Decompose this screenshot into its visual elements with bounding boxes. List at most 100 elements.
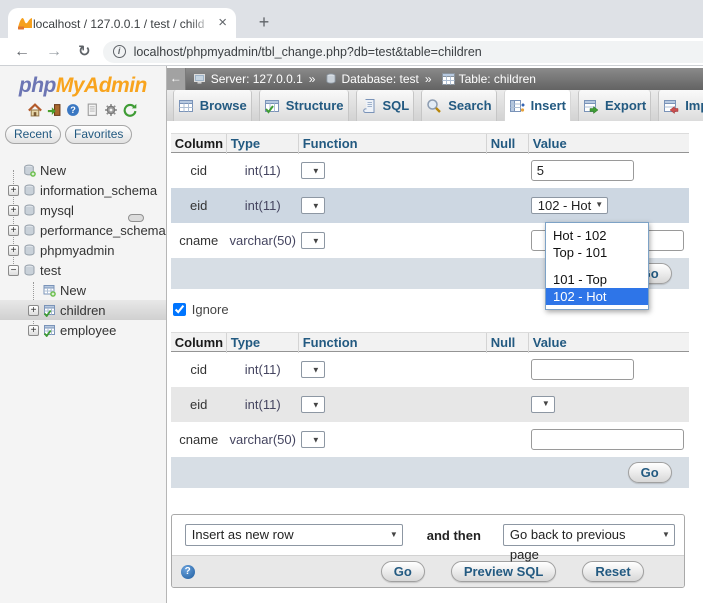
collapse-icon[interactable]: − [8,265,19,276]
database-icon [23,244,36,257]
database-icon [23,224,36,237]
breadcrumb-separator: » [309,72,316,86]
field-row-cid: cid int(11) [171,153,689,188]
forward-icon[interactable]: → [46,44,62,60]
breadcrumb-separator: » [425,72,432,86]
field-row-cname: cname varchar(50) [171,422,689,457]
database-icon [23,184,36,197]
browser-toolbar: ← → ↻ i localhost/phpmyadmin/tbl_change.… [0,38,703,66]
breadcrumb-table[interactable]: Table: children [459,72,536,86]
expand-icon[interactable]: + [8,225,19,236]
function-select[interactable] [301,197,325,214]
tree-item-new-database[interactable]: New [0,160,166,180]
go-button[interactable]: Go [628,462,672,483]
tab-close-icon[interactable]: × [218,16,227,30]
help-doc-icon[interactable]: ? [66,103,80,117]
database-tree: New + information_schema + mysql + perfo… [0,160,166,340]
refresh-icon[interactable] [123,103,137,117]
insert-mode-select[interactable]: Insert as new row [185,524,403,546]
tree-item-new-table[interactable]: New [0,280,166,300]
breadcrumb-server[interactable]: Server: 127.0.0.1 [211,72,303,86]
ignore-label: Ignore [192,302,229,317]
favorites-button[interactable]: Favorites [65,125,132,144]
tab-sql[interactable]: SQL [356,90,415,121]
tree-item-children[interactable]: + children [0,300,166,320]
function-select[interactable] [301,232,325,249]
pma-favicon-icon [17,15,33,31]
tab-browse[interactable]: Browse [173,90,252,121]
expand-icon[interactable]: + [8,245,19,256]
insert-form-2: Column Type Function Null Value cid int(… [171,332,689,488]
tab-import[interactable]: Import [658,90,703,121]
settings-gear-icon[interactable] [104,103,118,117]
expand-icon[interactable]: + [28,305,39,316]
dropdown-option[interactable]: 101 - Top [546,271,648,288]
breadcrumb-database[interactable]: Database: test [341,72,418,86]
home-icon[interactable] [28,103,42,117]
form-header-row: Column Type Function Null Value [171,332,689,352]
field-row-eid: eid int(11) 102 - Hot [171,188,689,223]
insert-actions-panel: Insert as new row and then Go back to pr… [171,514,685,588]
server-icon [186,73,211,85]
actions-footer: ? Go Preview SQL Reset [172,555,684,587]
database-new-icon [23,164,36,177]
tab-export[interactable]: Export [578,90,651,121]
after-insert-select[interactable]: Go back to previous page [503,524,675,546]
main-panel: ← Server: 127.0.0.1 » Database: test » T… [167,66,703,603]
dropdown-option[interactable]: Top - 101 [546,244,648,261]
table-tabs: Browse Structure SQL Search Insert [167,90,703,121]
dropdown-option-blank[interactable] [546,261,648,271]
breadcrumb: ← Server: 127.0.0.1 » Database: test » T… [167,68,703,90]
documentation-icon[interactable] [85,103,99,117]
tree-item-phpmyadmin[interactable]: + phpmyadmin [0,240,166,260]
tree-item-performance-schema[interactable]: + performance_schema [0,220,166,240]
tab-search[interactable]: Search [421,90,496,121]
field-row-cid: cid int(11) [171,352,689,387]
database-icon [23,204,36,217]
navigation-sidebar: phpMyAdmin ? Recent Favorites New [0,66,167,603]
browser-tab-strip: localhost / 127.0.0.1 / test / child × + [0,0,703,38]
exit-icon[interactable] [47,103,61,117]
form-header-row: Column Type Function Null Value [171,133,689,153]
help-icon[interactable]: ? [181,565,195,579]
value-input-cid[interactable] [531,160,634,181]
and-then-label: and then [427,528,481,543]
expand-icon[interactable]: + [8,205,19,216]
tree-item-mysql[interactable]: + mysql [0,200,166,220]
value-input-cid[interactable] [531,359,634,380]
go-button[interactable]: Go [381,561,425,582]
dropdown-option-selected[interactable]: 102 - Hot [546,288,648,305]
function-select[interactable] [301,431,325,448]
value-input-cname[interactable] [531,429,684,450]
reset-button[interactable]: Reset [582,561,643,582]
database-icon [317,73,341,85]
recent-button[interactable]: Recent [5,125,61,144]
tree-item-employee[interactable]: + employee [0,320,166,340]
tree-item-test[interactable]: − test [0,260,166,280]
tree-item-information-schema[interactable]: + information_schema [0,180,166,200]
function-select[interactable] [301,396,325,413]
form-footer: Go [171,457,689,488]
function-select[interactable] [301,361,325,378]
tab-title: localhost / 127.0.0.1 / test / child [33,17,204,31]
phpmyadmin-logo[interactable]: phpMyAdmin [0,74,166,98]
expand-icon[interactable]: + [8,185,19,196]
reload-icon[interactable]: ↻ [78,44,91,59]
site-info-icon[interactable]: i [113,45,126,58]
value-select-eid[interactable] [531,396,555,413]
tab-insert[interactable]: Insert [504,90,571,121]
table-new-icon [43,284,56,297]
back-icon[interactable]: ← [14,44,30,60]
function-select[interactable] [301,162,325,179]
dropdown-option[interactable]: Hot - 102 [546,227,648,244]
value-select-eid[interactable]: 102 - Hot [531,197,608,214]
browser-tab[interactable]: localhost / 127.0.0.1 / test / child × [8,8,236,38]
new-tab-button[interactable]: + [252,11,276,35]
table-icon [43,324,56,337]
ignore-checkbox[interactable] [173,303,186,316]
breadcrumb-back-icon[interactable]: ← [167,68,186,90]
expand-icon[interactable]: + [28,325,39,336]
tab-structure[interactable]: Structure [259,90,349,121]
address-bar[interactable]: i localhost/phpmyadmin/tbl_change.php?db… [103,41,703,63]
preview-sql-button[interactable]: Preview SQL [451,561,556,582]
